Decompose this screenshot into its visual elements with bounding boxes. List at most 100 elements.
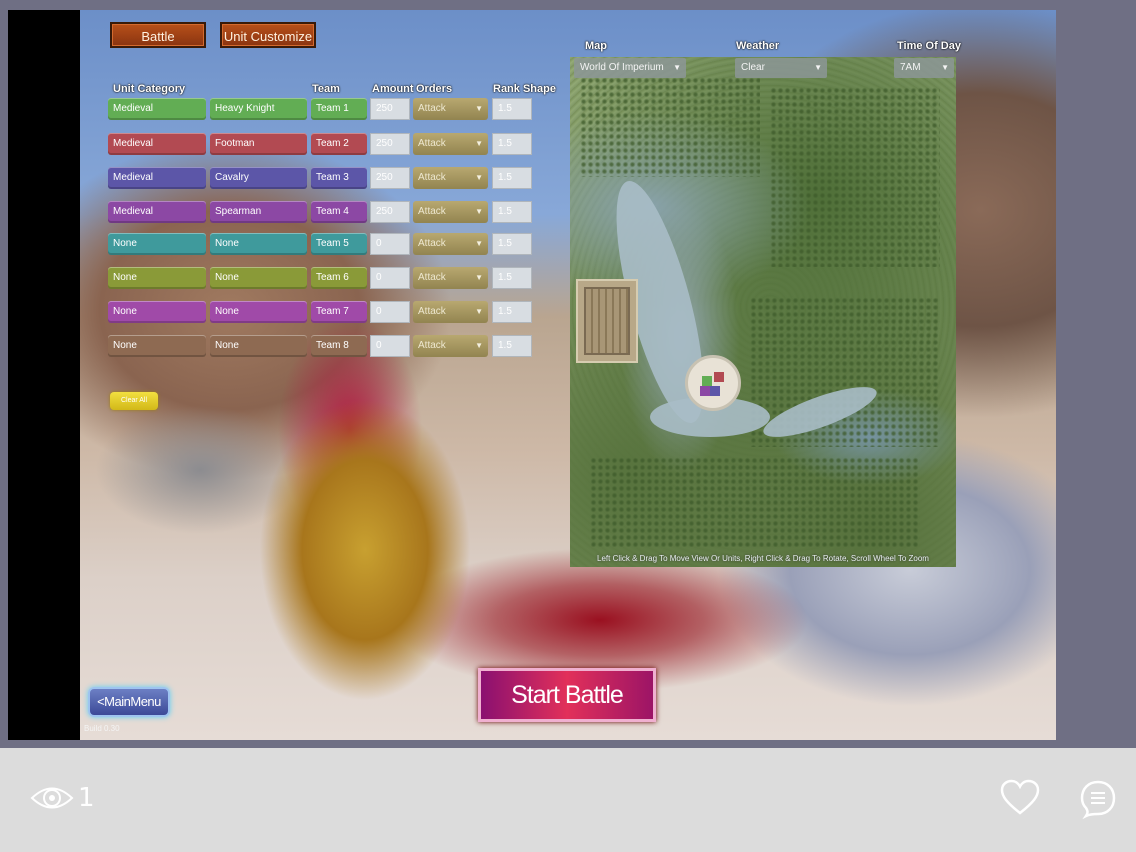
orders-select-value: Attack (418, 172, 446, 183)
chevron-down-icon: ▼ (475, 273, 483, 282)
comment-icon[interactable] (1078, 778, 1118, 822)
rank-shape-input[interactable]: 1.5 (492, 267, 532, 289)
orders-select[interactable]: Attack ▼ (413, 301, 488, 323)
chevron-down-icon: ▼ (814, 63, 822, 72)
unit-type-select[interactable]: Heavy Knight (210, 98, 307, 120)
unit-category-select[interactable]: Medieval (108, 167, 206, 189)
orders-select-value: Attack (418, 103, 446, 114)
team-select[interactable]: Team 7 (311, 301, 367, 323)
eye-icon (30, 787, 74, 809)
unit-type-select[interactable]: Footman (210, 133, 307, 155)
views-count: 1 (78, 783, 95, 813)
forest-area (580, 77, 760, 177)
amount-input[interactable]: 250 (370, 201, 410, 223)
rank-shape-input[interactable]: 1.5 (492, 301, 532, 323)
fortress (576, 279, 638, 363)
amount-header: Amount (372, 83, 414, 95)
battle-map[interactable]: Left Click & Drag To Move View Or Units,… (570, 57, 956, 567)
orders-select[interactable]: Attack ▼ (413, 167, 488, 189)
map-controls-hint: Left Click & Drag To Move View Or Units,… (597, 554, 929, 563)
team-1-marker (702, 376, 712, 386)
amount-input[interactable]: 250 (370, 133, 410, 155)
map-label: Map (585, 40, 607, 52)
orders-select[interactable]: Attack ▼ (413, 233, 488, 255)
rank-shape-input[interactable]: 1.5 (492, 335, 532, 357)
orders-select[interactable]: Attack ▼ (413, 98, 488, 120)
orders-select-value: Attack (418, 238, 446, 249)
amount-input[interactable]: 250 (370, 167, 410, 189)
map-select-value: World Of Imperium (580, 62, 664, 73)
unit-customize-tab-button[interactable]: Unit Customize (220, 22, 316, 48)
arena-spawn-area (685, 355, 741, 411)
rank-shape-input[interactable]: 1.5 (492, 98, 532, 120)
team-select[interactable]: Team 6 (311, 267, 367, 289)
time-of-day-select-value: 7AM (900, 62, 921, 73)
amount-input[interactable]: 0 (370, 233, 410, 255)
rank-shape-input[interactable]: 1.5 (492, 233, 532, 255)
unit-category-select[interactable]: Medieval (108, 133, 206, 155)
amount-input[interactable]: 0 (370, 267, 410, 289)
unit-category-header: Unit Category (113, 83, 186, 95)
unit-type-select[interactable]: None (210, 301, 307, 323)
team-header: Team (312, 83, 340, 95)
main-menu-button[interactable]: <MainMenu (88, 687, 170, 717)
team-select[interactable]: Team 5 (311, 233, 367, 255)
orders-select[interactable]: Attack ▼ (413, 201, 488, 223)
orders-select-value: Attack (418, 272, 446, 283)
unit-category-select[interactable]: None (108, 301, 206, 323)
heart-icon[interactable] (1000, 778, 1040, 818)
orders-select-value: Attack (418, 206, 446, 217)
weather-select-value: Clear (741, 62, 765, 73)
orders-select-value: Attack (418, 306, 446, 317)
forest-area (590, 457, 920, 547)
amount-input[interactable]: 0 (370, 301, 410, 323)
unit-category-select[interactable]: None (108, 267, 206, 289)
rank-shape-input[interactable]: 1.5 (492, 201, 532, 223)
team-select[interactable]: Team 1 (311, 98, 367, 120)
game-screen: Battle Unit Customize Unit Category Team… (8, 10, 1056, 740)
orders-select[interactable]: Attack ▼ (413, 335, 488, 357)
bottom-bar: 1 (0, 748, 1136, 852)
unit-category-select[interactable]: Medieval (108, 98, 206, 120)
rank-shape-input[interactable]: 1.5 (492, 167, 532, 189)
orders-select[interactable]: Attack ▼ (413, 267, 488, 289)
orders-select-value: Attack (418, 138, 446, 149)
unit-type-select[interactable]: None (210, 335, 307, 357)
team-select[interactable]: Team 4 (311, 201, 367, 223)
chevron-down-icon: ▼ (475, 307, 483, 316)
rank-shape-input[interactable]: 1.5 (492, 133, 532, 155)
team-2-marker (714, 372, 724, 382)
rank-shape-header: Rank Shape (493, 83, 556, 95)
unit-category-select[interactable]: None (108, 335, 206, 357)
chevron-down-icon: ▼ (475, 341, 483, 350)
unit-type-select[interactable]: Cavalry (210, 167, 307, 189)
map-select[interactable]: World Of Imperium ▼ (574, 58, 686, 78)
weather-select[interactable]: Clear ▼ (735, 58, 827, 78)
chevron-down-icon: ▼ (475, 239, 483, 248)
start-battle-button[interactable]: Start Battle (478, 668, 656, 722)
chevron-down-icon: ▼ (475, 207, 483, 216)
chevron-down-icon: ▼ (941, 63, 949, 72)
chevron-down-icon: ▼ (673, 63, 681, 72)
team-select[interactable]: Team 3 (311, 167, 367, 189)
unit-type-select[interactable]: None (210, 267, 307, 289)
orders-select-value: Attack (418, 340, 446, 351)
unit-type-select[interactable]: None (210, 233, 307, 255)
team-select[interactable]: Team 2 (311, 133, 367, 155)
unit-type-select[interactable]: Spearman (210, 201, 307, 223)
battle-tab-button[interactable]: Battle (110, 22, 206, 48)
views-indicator: 1 (30, 780, 95, 816)
team-select[interactable]: Team 8 (311, 335, 367, 357)
amount-input[interactable]: 0 (370, 335, 410, 357)
app-frame: Battle Unit Customize Unit Category Team… (0, 0, 1136, 748)
weather-label: Weather (736, 40, 780, 52)
battle-scene-background: Battle Unit Customize Unit Category Team… (80, 10, 1056, 740)
clear-all-button[interactable]: Clear All (110, 392, 158, 410)
unit-category-select[interactable]: Medieval (108, 201, 206, 223)
time-of-day-label: Time Of Day (897, 40, 961, 52)
unit-category-select[interactable]: None (108, 233, 206, 255)
amount-input[interactable]: 250 (370, 98, 410, 120)
chevron-down-icon: ▼ (475, 173, 483, 182)
time-of-day-select[interactable]: 7AM ▼ (894, 58, 954, 78)
orders-select[interactable]: Attack ▼ (413, 133, 488, 155)
